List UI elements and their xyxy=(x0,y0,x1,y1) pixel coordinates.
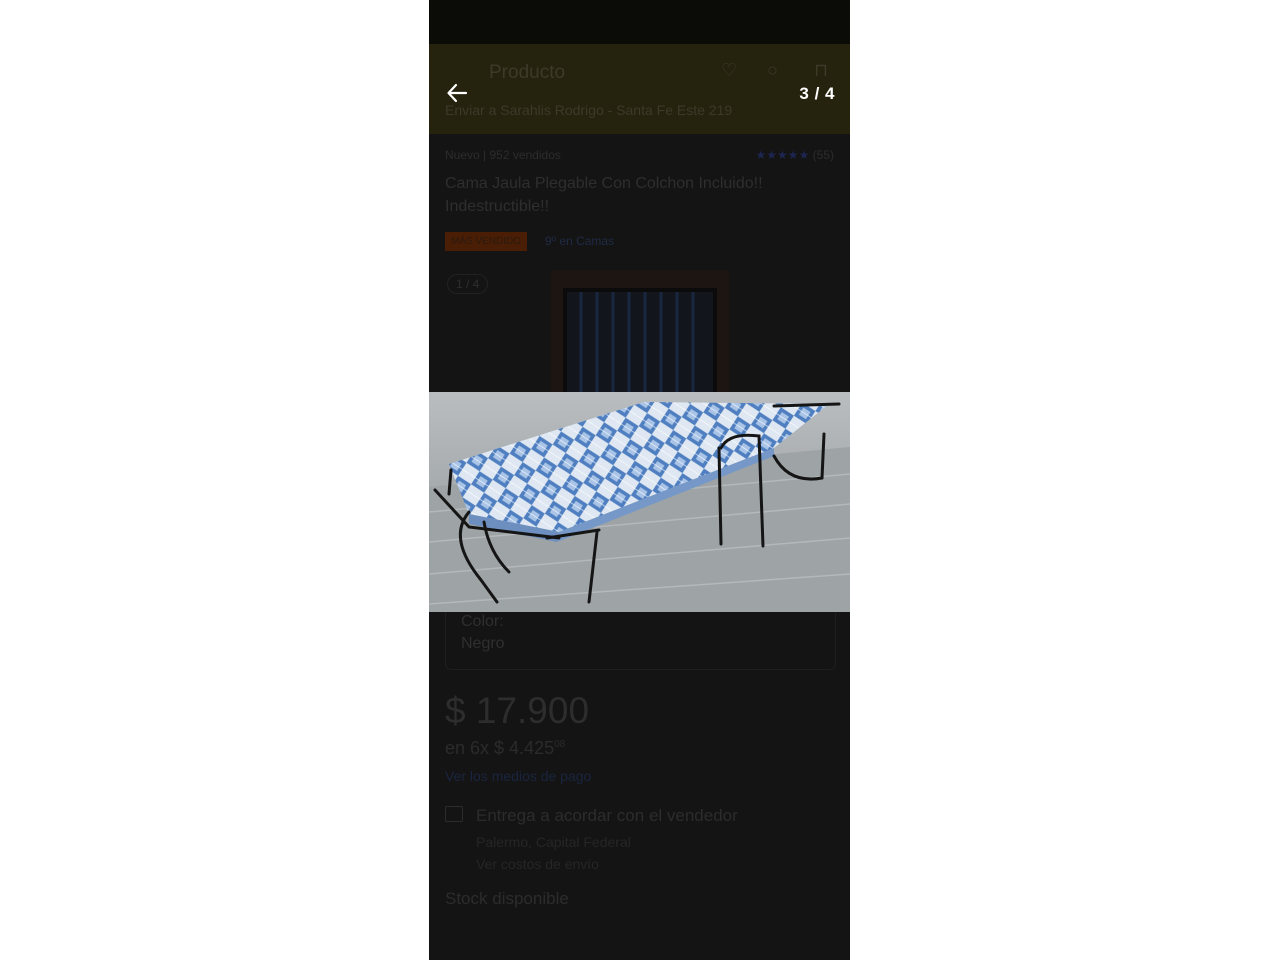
thumb-counter: 1 / 4 xyxy=(447,274,489,294)
image-counter: 3 / 4 xyxy=(799,84,835,103)
cart-icon: ⊓ xyxy=(814,60,829,80)
app-bar: Producto ♡ ○ ⊓ Enviar a Sarahlis Rodrigo… xyxy=(429,44,850,134)
back-button[interactable] xyxy=(445,80,471,106)
phone-screen: Producto ♡ ○ ⊓ Enviar a Sarahlis Rodrigo… xyxy=(429,0,850,960)
status-bar xyxy=(429,0,850,44)
product-thumbnail xyxy=(551,270,729,402)
installments-cents: 08 xyxy=(554,739,566,750)
delivery-icon xyxy=(445,806,463,822)
price: $ 17.900 xyxy=(445,690,590,731)
installments-text: en 6x $ 4.425 xyxy=(445,738,555,758)
best-seller-badge: MÁS VENDIDO xyxy=(445,232,528,251)
product-title: Cama Jaula Plegable Con Colchon Incluido… xyxy=(445,175,763,215)
shipping-address: Enviar a Sarahlis Rodrigo - Santa Fe Est… xyxy=(445,102,733,118)
delivery-info: Entrega a acordar con el vendedor xyxy=(476,806,738,825)
arrow-left-icon xyxy=(447,83,468,103)
product-photo[interactable] xyxy=(429,392,850,612)
category-rank: 9º en Camas xyxy=(545,234,615,248)
rating-count: (55) xyxy=(812,148,834,162)
color-value: Negro xyxy=(461,635,505,652)
search-icon: ○ xyxy=(767,60,778,80)
color-label: Color: xyxy=(461,613,504,630)
app-title: Producto xyxy=(489,62,566,83)
rating: ★★★★★ (55) xyxy=(755,148,834,162)
condition-sales: Nuevo | 952 vendidos xyxy=(445,148,561,162)
seller-location: Palermo, Capital Federal xyxy=(476,834,631,850)
installments: en 6x $ 4.42508 xyxy=(445,738,565,759)
payment-methods-link: Ver los medios de pago xyxy=(445,768,592,784)
shipping-costs-link: Ver costos de envío xyxy=(476,856,599,872)
heart-icon: ♡ xyxy=(721,60,738,80)
stock-status: Stock disponible xyxy=(445,889,569,908)
